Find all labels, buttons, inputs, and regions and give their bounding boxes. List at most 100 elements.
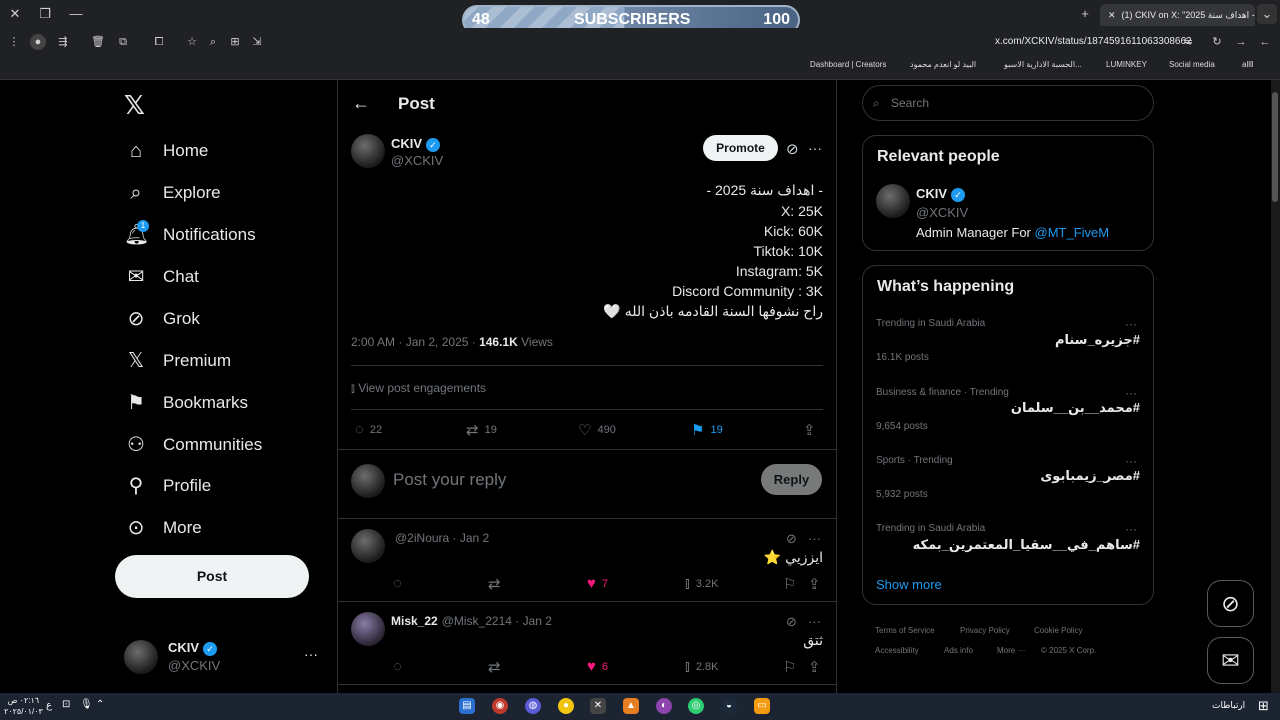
- post-button[interactable]: Post: [115, 555, 309, 598]
- author-name[interactable]: CKIV ✓: [391, 136, 441, 152]
- nav-grok[interactable]: ⊘ Grok: [124, 304, 200, 334]
- author-avatar[interactable]: [351, 134, 385, 168]
- reply-bookmark-action[interactable]: ⚐: [783, 575, 802, 593]
- app-icon[interactable]: ◉: [492, 698, 508, 714]
- reply-share-action[interactable]: ⇪: [808, 658, 827, 676]
- footer-link[interactable]: Ads info: [944, 646, 973, 655]
- translate-icon[interactable]: ⊞: [227, 34, 243, 50]
- trend-more-icon[interactable]: ···: [1125, 522, 1137, 536]
- reply-like-action[interactable]: ♥ 7: [587, 575, 608, 592]
- new-tab-icon[interactable]: +: [1075, 4, 1095, 24]
- nav-premium[interactable]: 𝕏 Premium: [124, 346, 231, 376]
- reply-input[interactable]: Post your reply: [393, 470, 506, 490]
- reply-author-avatar[interactable]: [351, 612, 385, 646]
- tab-list-icon[interactable]: ⌄: [1257, 4, 1277, 24]
- account-name[interactable]: CKIV ✓: [168, 640, 218, 656]
- folder-icon[interactable]: ▭: [754, 698, 770, 714]
- file-manager-icon[interactable]: ▤: [459, 698, 475, 714]
- trend-name[interactable]: #جزيره_سنام: [1055, 332, 1140, 348]
- account-avatar[interactable]: [124, 640, 158, 674]
- bookmark-item[interactable]: الحسبة الادارية الاسبو...: [1004, 60, 1082, 69]
- nav-profile[interactable]: ⚲ Profile: [124, 471, 212, 501]
- reply-author-handle[interactable]: Misk_22 @Misk_2214 · Jan 2: [391, 614, 552, 628]
- nav-communities[interactable]: ⚇ Communities: [124, 430, 262, 460]
- bio-link[interactable]: @MT_FiveM: [1035, 225, 1110, 240]
- more-options-icon[interactable]: ···: [808, 614, 821, 629]
- relevant-name[interactable]: CKIV ✓: [916, 186, 966, 202]
- tweet-timestamp[interactable]: 2:00 AM · Jan 2, 2025 · 146.1K Views: [351, 335, 553, 349]
- reply-reply-action[interactable]: ◌: [393, 575, 408, 592]
- x-logo-icon[interactable]: 𝕏: [124, 90, 145, 121]
- footer-link[interactable]: Cookie Policy: [1034, 626, 1082, 635]
- reply-repost-action[interactable]: ⇄: [488, 575, 507, 593]
- nav-chat[interactable]: ✉ Chat: [124, 262, 199, 292]
- reply-reply-action[interactable]: ◌: [393, 658, 408, 675]
- reply-repost-action[interactable]: ⇄: [488, 658, 507, 676]
- reply-button[interactable]: Reply: [761, 464, 822, 495]
- grok-icon[interactable]: ⊘: [786, 614, 797, 630]
- footer-link[interactable]: Terms of Service: [875, 626, 935, 635]
- app-icon[interactable]: ◐: [656, 698, 672, 714]
- trend-name[interactable]: #مصر_زيمبابوى: [1040, 468, 1140, 484]
- trend-more-icon[interactable]: ···: [1125, 317, 1137, 331]
- bookmark-item[interactable]: allll: [1242, 60, 1254, 69]
- search-input[interactable]: ⌕ Search: [862, 85, 1154, 121]
- discord-icon[interactable]: ◍: [525, 698, 541, 714]
- forward-icon[interactable]: →: [1233, 34, 1249, 50]
- nav-bookmarks[interactable]: ⚑ Bookmarks: [124, 388, 248, 418]
- puzzle-icon[interactable]: ⧠: [151, 34, 167, 50]
- more-options-icon[interactable]: ···: [808, 531, 821, 546]
- bookmark-action[interactable]: ⚑ 19: [691, 421, 723, 439]
- reply-views[interactable]: ⫾ 3.2K: [685, 575, 718, 592]
- reply-bookmark-action[interactable]: ⚐: [783, 658, 802, 676]
- trend-more-icon[interactable]: ···: [1125, 386, 1137, 400]
- back-icon[interactable]: ←: [1257, 34, 1273, 50]
- trend-name[interactable]: #ساهم_في__سقيا_المعتمرين_بمكه: [913, 537, 1140, 553]
- nav-more[interactable]: ⊙ More: [124, 513, 202, 543]
- reload-icon[interactable]: ↻: [1209, 34, 1225, 50]
- install-icon[interactable]: ⇲: [249, 34, 265, 50]
- more-options-icon[interactable]: ···: [808, 140, 822, 156]
- tray-expand-icon[interactable]: ⌃: [96, 699, 104, 710]
- author-handle[interactable]: @XCKIV: [391, 153, 443, 168]
- nav-notifications[interactable]: 🔔︎ 1 Notifications: [124, 220, 256, 250]
- taskbar-clock[interactable]: ٠٢:١٦ ص ٢٠٢٥/٠١/٠٣: [4, 695, 43, 717]
- grok-icon[interactable]: ⊘: [786, 140, 799, 158]
- profile-icon[interactable]: ●: [30, 34, 46, 50]
- bookmark-item[interactable]: Dashboard | Creators: [810, 60, 886, 69]
- browser-tab[interactable]: ✕ (1) CKIV on X: "اهداف سنة 2025 -: [1100, 4, 1255, 26]
- nav-home[interactable]: ⌂ Home: [124, 136, 208, 166]
- grok-icon[interactable]: ⊘: [786, 531, 797, 547]
- minimize-window-icon[interactable]: —: [66, 4, 86, 24]
- like-action[interactable]: ♡ 490: [578, 421, 616, 439]
- reply-action[interactable]: ◌ 22: [355, 421, 382, 438]
- language-indicator[interactable]: ع: [46, 700, 52, 711]
- bookmark-item[interactable]: Social media: [1169, 60, 1215, 69]
- x-app-icon[interactable]: ✕: [590, 698, 606, 714]
- reply-views[interactable]: ⫾ 2.8K: [685, 658, 718, 675]
- app-icon[interactable]: ●: [558, 698, 574, 714]
- close-tab-icon[interactable]: ✕: [1108, 10, 1116, 20]
- bookmark-item[interactable]: LUMINKEY: [1106, 60, 1147, 69]
- account-menu-icon[interactable]: ···: [304, 646, 318, 662]
- view-engagements-link[interactable]: ⫾ View post engagements: [351, 381, 486, 396]
- nav-explore[interactable]: ⌕ Explore: [124, 178, 220, 208]
- reply-author-handle[interactable]: @2iNoura · Jan 2: [395, 531, 489, 545]
- scrollbar-thumb[interactable]: [1272, 92, 1278, 202]
- footer-link[interactable]: Accessibility: [875, 646, 919, 655]
- messages-fab-button[interactable]: ✉: [1207, 637, 1254, 684]
- reply-like-action[interactable]: ♥ 6: [587, 658, 608, 675]
- star-icon[interactable]: ☆: [184, 34, 200, 50]
- back-arrow-icon[interactable]: ←: [352, 93, 370, 114]
- microphone-icon[interactable]: 🎙︎: [80, 699, 93, 710]
- app-icon[interactable]: ▲: [623, 698, 639, 714]
- reply-share-action[interactable]: ⇪: [808, 575, 827, 593]
- menu-icon[interactable]: ⋮: [6, 34, 22, 50]
- promote-button[interactable]: Promote: [703, 135, 778, 161]
- network-icon[interactable]: ⊡: [62, 699, 70, 710]
- layers-icon[interactable]: ⧉: [115, 34, 131, 50]
- windows-start-icon[interactable]: ⊞: [1258, 698, 1269, 714]
- url-field[interactable]: x.com/XCKIV/status/1874591611063308662: [995, 36, 1192, 47]
- extension-icon[interactable]: ⇶: [55, 34, 71, 50]
- close-window-icon[interactable]: ✕: [5, 4, 25, 24]
